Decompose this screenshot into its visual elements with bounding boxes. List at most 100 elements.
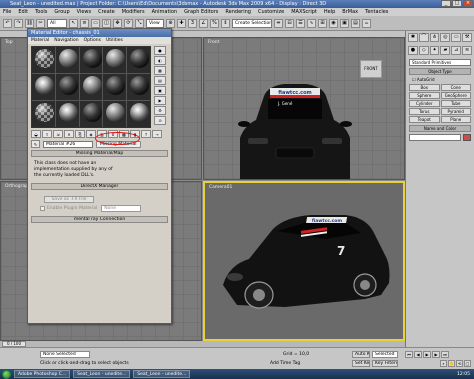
select-by-name-icon[interactable]: ≡ xyxy=(80,18,89,28)
minimize-button[interactable]: _ xyxy=(441,0,451,7)
pivot-icon[interactable]: ⊕ xyxy=(166,18,175,28)
sample-type-icon[interactable]: ● xyxy=(154,46,166,55)
select-icon[interactable]: ↖ xyxy=(69,18,78,28)
object-color-swatch[interactable] xyxy=(463,134,471,141)
sample-slot[interactable] xyxy=(79,47,103,73)
align-icon[interactable]: ⊟ xyxy=(285,18,294,28)
geosphere-button[interactable]: GeoSphere xyxy=(440,92,471,99)
lights-icon[interactable]: ✦ xyxy=(429,46,440,55)
undo-icon[interactable]: ↶ xyxy=(3,18,12,28)
background-icon[interactable]: ▦ xyxy=(154,66,166,75)
scale-icon[interactable]: ⤡ xyxy=(135,18,144,28)
menu-create[interactable]: Create xyxy=(98,8,115,16)
zoom-icon[interactable]: ⌕ xyxy=(440,360,447,367)
enable-plugin-checkbox[interactable]: Enable Plugin Material xyxy=(40,206,97,212)
utilities-tab-icon[interactable]: ⚒ xyxy=(462,33,472,42)
set-key-button[interactable]: Set Key xyxy=(352,360,370,367)
layer-manager-icon[interactable]: ☰ xyxy=(296,18,305,28)
unlink-icon[interactable]: ✂ xyxy=(36,18,45,28)
plugin-material-dropdown[interactable]: None xyxy=(101,205,142,212)
display-tab-icon[interactable]: ▭ xyxy=(451,33,462,42)
key-filters-button[interactable]: Key Filters... xyxy=(372,360,398,367)
rect-select-icon[interactable]: ▭ xyxy=(91,18,100,28)
autogrid-checkbox[interactable]: ☐ AutoGrid xyxy=(412,77,468,82)
rollout-mental-ray[interactable]: mental ray Connection xyxy=(31,216,168,223)
next-frame-icon[interactable]: ▶ xyxy=(432,351,440,358)
reference-coord-dropdown[interactable]: View xyxy=(146,18,164,28)
me-menu-material[interactable]: Material xyxy=(31,37,49,44)
taskbar-item[interactable]: Seat_Leon - unedite... xyxy=(133,370,191,378)
rollout-missing-material[interactable]: Missing Material/Map xyxy=(31,150,168,157)
menu-customize[interactable]: Customize xyxy=(258,8,284,16)
cameras-icon[interactable]: ▰ xyxy=(440,46,451,55)
motion-tab-icon[interactable]: ◎ xyxy=(440,33,451,42)
sample-slot[interactable] xyxy=(127,47,150,73)
menu-animation[interactable]: Animation xyxy=(152,8,178,16)
menu-edit[interactable]: Edit xyxy=(18,8,28,16)
cylinder-button[interactable]: Cylinder xyxy=(409,100,440,107)
torus-button[interactable]: Torus xyxy=(409,108,440,115)
menu-brmax[interactable]: BrMax xyxy=(342,8,358,16)
sample-slot[interactable] xyxy=(32,101,55,127)
menu-maxscript[interactable]: MAXScript xyxy=(291,8,317,16)
shapes-icon[interactable]: ◇ xyxy=(418,46,429,55)
sample-slot[interactable] xyxy=(103,101,127,127)
geometry-icon[interactable]: ● xyxy=(408,46,418,55)
start-button-icon[interactable] xyxy=(2,369,11,379)
helpers-icon[interactable]: ⊿ xyxy=(451,46,462,55)
get-material-icon[interactable]: ◒ xyxy=(31,130,41,138)
spacewarps-icon[interactable]: ≋ xyxy=(462,46,472,55)
taskbar-item[interactable]: Seat_Leon - unedite... xyxy=(73,370,131,378)
viewport-front[interactable]: Front FRONT fiawtcc.com J. Gené xyxy=(203,37,405,180)
make-preview-icon[interactable]: ▶ xyxy=(154,96,166,105)
redo-icon[interactable]: ↷ xyxy=(14,18,23,28)
taskbar-item[interactable]: Adobe Photoshop C... xyxy=(14,370,71,378)
assign-to-selection-icon[interactable]: ⇲ xyxy=(53,130,63,138)
backlight-icon[interactable]: ◐ xyxy=(154,56,166,65)
viewport-label[interactable]: Front xyxy=(208,40,219,45)
menu-file[interactable]: File xyxy=(3,8,11,16)
key-mode-dropdown[interactable]: Selected xyxy=(372,351,398,358)
sample-slot[interactable] xyxy=(103,47,127,73)
window-crossing-icon[interactable]: ◫ xyxy=(102,18,111,28)
percent-snap-icon[interactable]: % xyxy=(210,18,219,28)
quick-render-icon[interactable]: ☕ xyxy=(362,18,371,28)
menu-views[interactable]: Views xyxy=(77,8,91,16)
put-to-scene-icon[interactable]: ⇪ xyxy=(42,130,52,138)
uv-tiling-icon[interactable]: ▤ xyxy=(154,76,166,85)
sample-slot[interactable] xyxy=(127,101,150,127)
select-by-material-icon[interactable]: ⊙ xyxy=(154,116,166,125)
menu-help[interactable]: Help xyxy=(324,8,335,16)
viewport-label[interactable]: Camera01 xyxy=(209,185,232,190)
modify-tab-icon[interactable]: ⌒ xyxy=(418,33,429,42)
move-icon[interactable]: ✥ xyxy=(113,18,122,28)
save-fx-file-button[interactable]: Save as .FX File xyxy=(44,196,94,203)
mirror-icon[interactable]: ⇹ xyxy=(274,18,283,28)
selection-filter-dropdown[interactable]: All xyxy=(47,18,67,28)
plane-button[interactable]: Plane xyxy=(440,116,471,123)
sphere-button[interactable]: Sphere xyxy=(409,92,440,99)
sample-slot[interactable] xyxy=(55,101,79,127)
orbit-icon[interactable]: ⟲ xyxy=(456,360,463,367)
create-tab-icon[interactable]: ✱ xyxy=(408,33,418,42)
viewcube[interactable]: FRONT xyxy=(360,60,382,78)
link-icon[interactable]: ⛓ xyxy=(25,18,34,28)
sample-slot[interactable] xyxy=(32,74,55,100)
spinner-snap-icon[interactable]: ⇕ xyxy=(221,18,230,28)
curve-editor-icon[interactable]: ∿ xyxy=(307,18,316,28)
render-setup-icon[interactable]: ▣ xyxy=(340,18,349,28)
rollout-object-type[interactable]: Object Type xyxy=(409,68,471,75)
menu-modifiers[interactable]: Modifiers xyxy=(122,8,145,16)
auto-key-button[interactable]: Auto Key xyxy=(352,351,370,358)
snap-icon[interactable]: 3 xyxy=(188,18,197,28)
sample-slot[interactable] xyxy=(32,47,55,73)
pan-icon[interactable]: ✋ xyxy=(448,360,455,367)
box-button[interactable]: Box xyxy=(409,84,440,91)
object-name-input[interactable] xyxy=(409,134,461,141)
maximize-viewport-icon[interactable]: ▢ xyxy=(464,360,471,367)
menu-rendering[interactable]: Rendering xyxy=(225,8,251,16)
pyramid-button[interactable]: Pyramid xyxy=(440,108,471,115)
go-sibling-icon[interactable]: → xyxy=(152,130,162,138)
material-editor-icon[interactable]: ◉ xyxy=(329,18,338,28)
add-time-tag[interactable]: Add Time Tag xyxy=(270,361,300,366)
